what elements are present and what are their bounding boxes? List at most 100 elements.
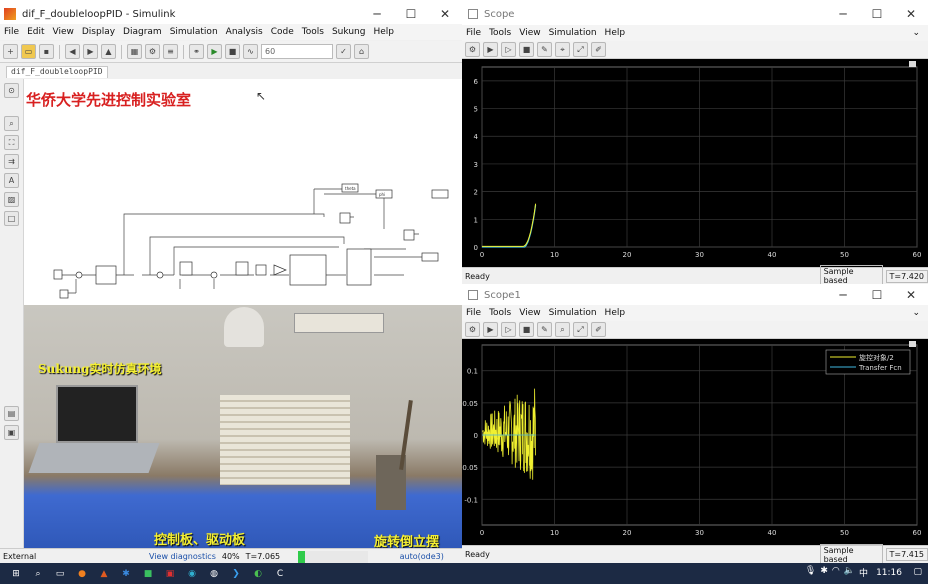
menu-view[interactable]: View xyxy=(515,28,544,38)
scope-plot-area[interactable]: 0 10 20 30 40 50 60 6 5 4 3 2 1 0 xyxy=(462,59,928,267)
windows-start-icon[interactable]: ⊞ xyxy=(8,567,24,581)
scope1-plot-area[interactable]: 0 10 20 30 40 50 60 0.1 0.05 0 -0.05 -0.1 旋控对象/2 Tran… xyxy=(462,339,928,545)
highlight-icon[interactable]: ✎ xyxy=(537,322,552,337)
menu-simulation[interactable]: Simulation xyxy=(166,27,222,37)
library-icon[interactable]: ▦ xyxy=(127,44,142,59)
autoscale-icon[interactable]: ⤢ xyxy=(573,42,588,57)
highlight-icon[interactable]: ✎ xyxy=(537,42,552,57)
task-view-icon[interactable]: ▭ xyxy=(52,567,68,581)
search-icon[interactable]: ⌕ xyxy=(30,567,46,581)
app-icon-blue[interactable]: ✱ xyxy=(118,567,134,581)
save-icon[interactable]: ▪ xyxy=(39,44,54,59)
area-icon[interactable]: □ xyxy=(4,211,19,226)
menu-file[interactable]: File xyxy=(462,308,485,318)
model-tab[interactable]: dif_F_doubleloopPID xyxy=(6,66,108,78)
back-icon[interactable]: ◀ xyxy=(65,44,80,59)
property-icon[interactable]: ▣ xyxy=(4,425,19,440)
menu-edit[interactable]: Edit xyxy=(23,27,48,37)
check-icon[interactable]: ✓ xyxy=(336,44,351,59)
close-button[interactable]: ✕ xyxy=(894,0,928,28)
measure-icon[interactable]: ✐ xyxy=(591,42,606,57)
menu-file[interactable]: File xyxy=(462,28,485,38)
pdf-icon[interactable]: ▣ xyxy=(162,567,178,581)
menu-display[interactable]: Display xyxy=(78,27,119,37)
menu-help[interactable]: Help xyxy=(601,28,630,38)
scope-icon[interactable]: ∿ xyxy=(243,44,258,59)
cursor-icon[interactable]: ⌖ xyxy=(555,42,570,57)
open-folder-icon[interactable]: ▭ xyxy=(21,44,36,59)
build-icon[interactable]: ⌂ xyxy=(354,44,369,59)
mic-icon[interactable]: 🎙 xyxy=(805,566,816,579)
measure-icon[interactable]: ✐ xyxy=(591,322,606,337)
bluetooth-icon[interactable]: ✱ xyxy=(820,566,828,579)
menu-code[interactable]: Code xyxy=(267,27,298,37)
fit-view-icon[interactable]: ⛶ xyxy=(4,135,19,150)
stop-icon[interactable]: ■ xyxy=(519,322,534,337)
dock-arrow-icon[interactable]: ⌄ xyxy=(908,308,924,318)
arrow-icon[interactable]: ⇉ xyxy=(4,154,19,169)
wifi-icon[interactable]: ◠ xyxy=(832,566,840,579)
stop-time-input[interactable]: 60 xyxy=(261,44,333,59)
stop-icon[interactable]: ■ xyxy=(519,42,534,57)
vscode-icon[interactable]: ❯ xyxy=(228,567,244,581)
maximize-button[interactable]: ☐ xyxy=(860,284,894,306)
run-icon[interactable]: ▶ xyxy=(207,44,222,59)
model-browser-icon[interactable]: ▤ xyxy=(4,406,19,421)
forward-icon[interactable]: ▶ xyxy=(83,44,98,59)
zoom-in-icon[interactable]: ⌕ xyxy=(4,116,19,131)
menu-analysis[interactable]: Analysis xyxy=(222,27,267,37)
minimize-button[interactable]: ─ xyxy=(826,284,860,306)
ime-indicator[interactable]: 中 xyxy=(859,566,868,579)
menu-diagram[interactable]: Diagram xyxy=(119,27,166,37)
view-diagnostics-link[interactable]: View diagnostics xyxy=(149,552,216,561)
app-icon-gray[interactable]: ◍ xyxy=(206,567,222,581)
hide-browser-icon[interactable]: ⊙ xyxy=(4,83,19,98)
run-icon[interactable]: ▶ xyxy=(483,322,498,337)
menu-simulation[interactable]: Simulation xyxy=(545,308,601,318)
menu-simulation[interactable]: Simulation xyxy=(545,28,601,38)
menu-tools[interactable]: Tools xyxy=(298,27,328,37)
notification-icon[interactable]: ▢ xyxy=(913,567,922,577)
app-icon-c[interactable]: C xyxy=(272,567,288,581)
scope-statusbar: Ready Sample based T=7.420 xyxy=(462,265,928,284)
window-title: dif_F_doubleloopPID - Simulink xyxy=(22,8,176,20)
stop-icon[interactable]: ■ xyxy=(225,44,240,59)
volume-icon[interactable]: 🔈 xyxy=(844,566,855,579)
x-tick-label: 20 xyxy=(623,529,632,537)
annotation-icon[interactable]: A xyxy=(4,173,19,188)
clock[interactable]: 11:16 xyxy=(876,568,902,578)
image-icon[interactable]: ▨ xyxy=(4,192,19,207)
menu-view[interactable]: View xyxy=(515,308,544,318)
new-model-icon[interactable]: + xyxy=(3,44,18,59)
autoscale-icon[interactable]: ⤢ xyxy=(573,322,588,337)
tray-group: 🎙 ✱ ◠ 🔈 中 xyxy=(805,566,868,579)
settings-gear-icon[interactable]: ⚙ xyxy=(145,44,160,59)
step-icon[interactable]: ▷ xyxy=(501,322,516,337)
dock-arrow-icon[interactable]: ⌄ xyxy=(908,28,924,38)
menu-sukung[interactable]: Sukung xyxy=(328,27,369,37)
settings-gear-icon[interactable]: ⚙ xyxy=(465,42,480,57)
minimize-button[interactable]: ─ xyxy=(826,0,860,28)
edge-icon[interactable]: ◉ xyxy=(184,567,200,581)
menu-tools[interactable]: Tools xyxy=(485,28,515,38)
model-canvas[interactable]: 华侨大学先进控制实验室 ↖ theta phi xyxy=(24,79,462,305)
settings-gear-icon[interactable]: ⚙ xyxy=(465,322,480,337)
menu-help[interactable]: Help xyxy=(369,27,398,37)
zoom-icon[interactable]: ⌕ xyxy=(555,322,570,337)
model-config-icon[interactable]: ≡ xyxy=(163,44,178,59)
matlab-icon[interactable]: ▲ xyxy=(96,567,112,581)
step-icon[interactable]: ▷ xyxy=(501,42,516,57)
menu-file[interactable]: File xyxy=(0,27,23,37)
menu-tools[interactable]: Tools xyxy=(485,308,515,318)
connect-icon[interactable]: ⚭ xyxy=(189,44,204,59)
app-icon-green[interactable]: ■ xyxy=(140,567,156,581)
menu-view[interactable]: View xyxy=(49,27,78,37)
app-icon-orange[interactable]: ● xyxy=(74,567,90,581)
wechat-icon[interactable]: ◐ xyxy=(250,567,266,581)
up-icon[interactable]: ▲ xyxy=(101,44,116,59)
maximize-button[interactable]: ☐ xyxy=(860,0,894,28)
progress-bar xyxy=(297,550,368,563)
menu-help[interactable]: Help xyxy=(601,308,630,318)
run-icon[interactable]: ▶ xyxy=(483,42,498,57)
close-button[interactable]: ✕ xyxy=(894,284,928,306)
